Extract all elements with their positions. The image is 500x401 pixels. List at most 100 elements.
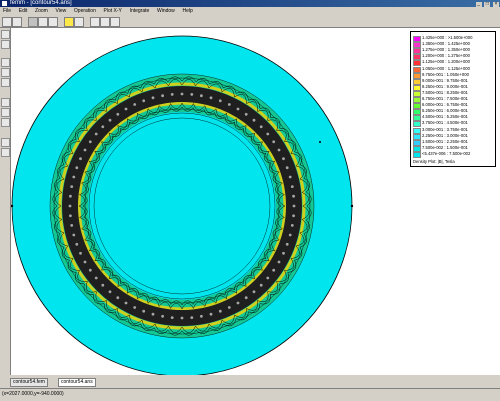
legend-label: 1.275e+000 : 1.350e+000: [422, 47, 470, 53]
menu-zoom[interactable]: Zoom: [32, 7, 51, 15]
conductor-dot: [282, 157, 285, 161]
conductor-dot: [79, 251, 82, 255]
tab-fem[interactable]: contour54.fem: [10, 378, 48, 387]
conductor-dot: [133, 306, 137, 309]
conductor-dot: [190, 93, 194, 96]
legend-label: 7.500e-001 : 8.250e-001: [422, 89, 468, 95]
legend-entry: 7.500e-001 : 8.250e-001: [413, 89, 493, 97]
left-toolbar: [0, 28, 11, 375]
settings-icon[interactable]: [110, 17, 120, 27]
conductor-dot: [252, 290, 256, 294]
legend-entry: 1.500e-001 : 2.250e-001: [413, 138, 493, 146]
legend-caption: Density Plot: |B|, Tesla: [413, 159, 455, 164]
legend-label: 9.000e-001 : 9.750e-001: [422, 77, 468, 83]
conductor-dot: [292, 204, 296, 208]
legend-label: 1.425e+000 : >1.500e+000: [422, 35, 473, 40]
conductor-dot: [124, 107, 128, 111]
legend: 1.425e+000 : >1.500e+000 1.350e+000 : 1.4…: [410, 31, 496, 167]
legend-label: 9.750e-001 : 1.050e+000: [422, 71, 469, 77]
conductor-dot: [108, 118, 112, 122]
conductor-dot: [151, 312, 155, 316]
legend-entry: 1.200e+000 : 1.275e+000: [413, 53, 493, 61]
pan-icon[interactable]: [1, 58, 10, 67]
contour-icon[interactable]: [48, 17, 58, 27]
legend-entry: 8.250e-001 : 9.000e-001: [413, 84, 493, 91]
menu-bar: File Edit Zoom View Operation Plot X-Y I…: [0, 7, 500, 15]
conductor-dot: [227, 306, 231, 309]
menu-window[interactable]: Window: [154, 7, 178, 15]
menu-view[interactable]: View: [52, 7, 69, 15]
conductor-dot: [75, 242, 79, 246]
conductor-dot: [288, 175, 292, 179]
zoom-icon[interactable]: [38, 17, 48, 27]
menu-file[interactable]: File: [0, 7, 14, 15]
legend-label: 1.500e-001 : 2.250e-001: [422, 138, 468, 144]
area-mode-icon[interactable]: [1, 118, 10, 127]
legend-label: 2.250e-001 : 3.000e-001: [422, 132, 468, 138]
zoom-window-icon[interactable]: [1, 78, 10, 87]
legend-label: 4.500e-001 : 5.250e-001: [422, 114, 468, 120]
conductor-dot: [282, 251, 285, 255]
conductor-dot: [292, 214, 295, 218]
menu-edit[interactable]: Edit: [16, 7, 31, 15]
conductor-dot: [79, 157, 82, 161]
conductor-dot: [101, 125, 105, 129]
menu-help[interactable]: Help: [179, 7, 195, 15]
vector-icon[interactable]: [74, 17, 84, 27]
table-icon[interactable]: [100, 17, 110, 27]
conductor-dot: [70, 224, 74, 227]
conductor-dot: [75, 166, 79, 170]
conductor-dot: [277, 148, 281, 152]
conductor-dot: [266, 132, 270, 136]
conductor-dot: [236, 301, 240, 305]
zoom-in-icon[interactable]: [1, 30, 10, 39]
density-icon[interactable]: [64, 17, 74, 27]
open-icon[interactable]: [12, 17, 22, 27]
legend-label: 6.750e-001 : 7.500e-001: [422, 96, 468, 101]
grid-icon[interactable]: [90, 17, 100, 27]
legend-label: 3.000e-001 : 3.750e-001: [422, 126, 468, 132]
menu-integrate[interactable]: Integrate: [127, 7, 153, 15]
conductor-dot: [244, 112, 248, 116]
conductor-dot: [69, 194, 72, 198]
conductor-dot: [69, 214, 72, 218]
zoom-out-icon[interactable]: [1, 40, 10, 49]
pointer-icon[interactable]: [28, 17, 38, 27]
menu-operation[interactable]: Operation: [71, 7, 99, 15]
conductor-dot: [277, 260, 281, 264]
coordinate-readout: (x=2027.0000,y=-940.0000): [2, 391, 64, 397]
legend-entry: 9.750e-001 : 1.050e+000: [413, 71, 493, 79]
conductor-dot: [116, 112, 120, 116]
conductor-dot: [252, 118, 256, 122]
legend-label: 7.500e-002 : 1.500e-001: [422, 144, 468, 150]
grid-toggle-icon[interactable]: [1, 148, 10, 157]
conductor-dot: [209, 312, 213, 316]
menu-plot-xy[interactable]: Plot X-Y: [101, 7, 125, 15]
conductor-dot: [72, 175, 76, 179]
legend-label: 1.200e+000 : 1.275e+000: [422, 53, 470, 59]
conductor-dot: [190, 316, 194, 319]
legend-entry: 6.750e-001 : 7.500e-001: [413, 96, 493, 103]
conductor-dot: [151, 96, 155, 100]
conductor-dot: [200, 314, 203, 318]
conductor-dot: [68, 204, 72, 208]
measure-icon[interactable]: [1, 138, 10, 147]
toolbar: [0, 15, 500, 28]
conductor-dot: [94, 276, 98, 280]
conductor-dot: [170, 93, 174, 96]
refresh-icon[interactable]: [1, 68, 10, 77]
point-mode-icon[interactable]: [1, 98, 10, 107]
title-bar: femm - [contour54.ans] _ □ ×: [0, 0, 500, 7]
conductor-dot: [259, 283, 263, 287]
new-icon[interactable]: [2, 17, 12, 27]
conductor-dot: [218, 309, 222, 313]
contour-mode-icon[interactable]: [1, 108, 10, 117]
conductor-dot: [142, 99, 146, 103]
conductor-dot: [124, 301, 128, 305]
tab-ans[interactable]: contour54.ans: [58, 378, 96, 387]
legend-entry: 4.500e-001 : 5.250e-001: [413, 114, 493, 122]
conductor-dot: [116, 296, 120, 300]
conductor-dot: [285, 242, 289, 246]
conductor-dot: [292, 194, 295, 198]
legend-entry: 1.050e+000 : 1.125e+000: [413, 66, 493, 73]
